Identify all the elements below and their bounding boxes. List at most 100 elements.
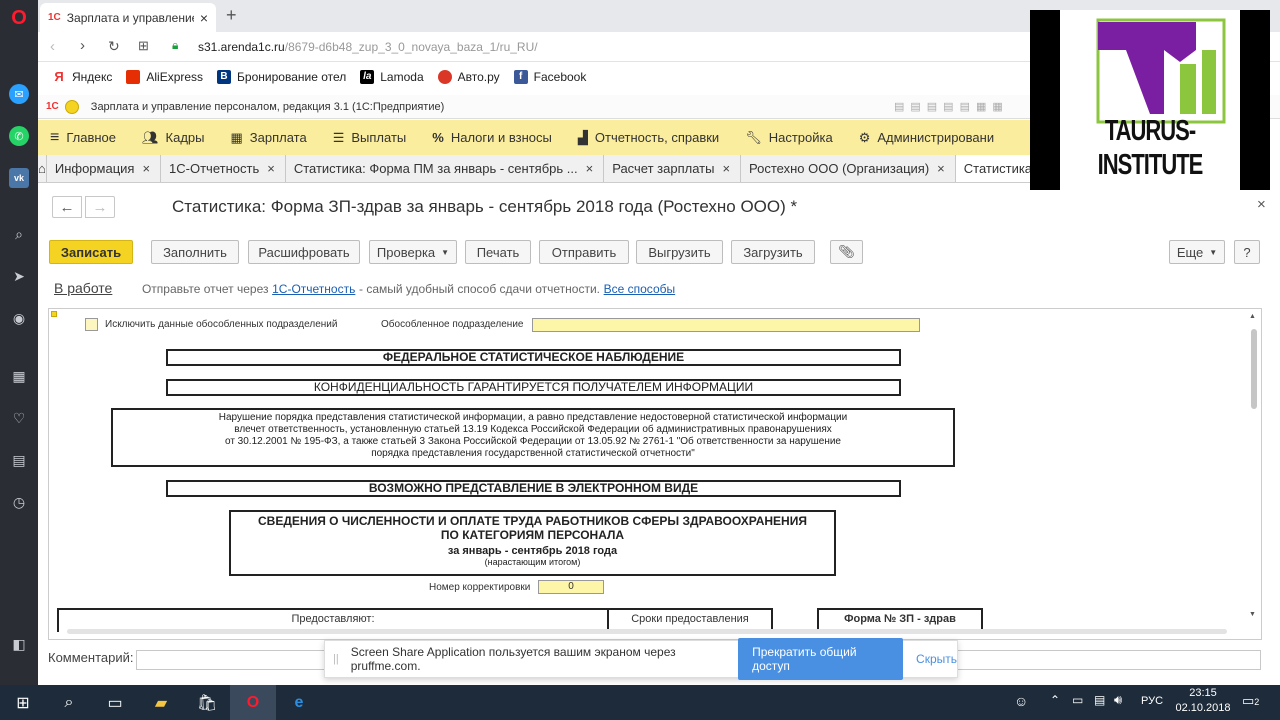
hide-button[interactable]: Скрыть xyxy=(916,652,957,666)
close-icon[interactable]: × xyxy=(586,161,594,176)
doc-tab[interactable]: Ростехно ООО (Организация) × xyxy=(741,155,956,182)
scroll-down-icon[interactable]: ▼ xyxy=(1249,611,1256,618)
bookmark-facebook[interactable]: f Facebook xyxy=(513,70,586,84)
scroll-up-icon[interactable]: ▲ xyxy=(1249,313,1256,320)
vk-icon[interactable]: vk xyxy=(9,168,29,188)
toolbar-icons[interactable]: ▤▤▤▤▤▦▦ xyxy=(894,100,1009,113)
url-field[interactable]: s31.arenda1c.ru/8679-d6b48_zup_3_0_novay… xyxy=(198,40,538,54)
notification-center-icon[interactable]: ▭2 xyxy=(1242,693,1259,709)
history-icon[interactable]: ◷ xyxy=(9,492,29,512)
back-button[interactable]: ← xyxy=(52,196,82,218)
hint-link[interactable]: 1С-Отчетность xyxy=(272,282,355,296)
edge-icon[interactable]: e xyxy=(276,685,322,720)
store-icon[interactable]: 🛍︎ xyxy=(184,685,230,720)
vertical-scrollbar[interactable] xyxy=(1251,329,1257,409)
autoru-icon xyxy=(437,70,452,84)
yandex-icon: Я xyxy=(54,69,64,84)
grid-icon[interactable]: ⊞ xyxy=(138,38,149,54)
browser-tab[interactable]: 1C Зарплата и управление п × xyxy=(40,3,216,32)
windows-start-icon[interactable]: ⊞ xyxy=(0,685,46,720)
close-icon[interactable]: × xyxy=(142,161,150,176)
menu-circle-icon[interactable] xyxy=(64,99,79,114)
menu-payments[interactable]: ☰ Выплаты xyxy=(333,130,407,146)
bookmark-booking[interactable]: B Бронирование отел xyxy=(217,70,346,84)
menu-reports[interactable]: ▟ Отчетность, справки xyxy=(578,130,719,146)
messenger-icon[interactable]: ✉ xyxy=(9,84,29,104)
forward-icon[interactable]: › xyxy=(80,37,85,54)
volume-icon[interactable]: 🔊︎ xyxy=(1114,692,1122,708)
export-button[interactable]: Выгрузить xyxy=(636,240,723,264)
close-icon[interactable]: × xyxy=(937,161,945,176)
exclude-checkbox[interactable] xyxy=(85,318,98,331)
cumulative-text: (нарастающим итогом) xyxy=(484,557,581,567)
back-icon[interactable]: ‹ xyxy=(50,38,55,55)
warning-box: Нарушение порядка представления статисти… xyxy=(111,408,955,467)
bookmark-yandex[interactable]: Я Яндекс xyxy=(52,69,112,85)
fill-button[interactable]: Заполнить xyxy=(151,240,239,264)
news-icon[interactable]: ▤ xyxy=(9,450,29,470)
tablet-icon[interactable]: ▭ xyxy=(1072,693,1083,707)
menu-personnel[interactable]: 👥︎ Кадры xyxy=(142,130,204,146)
menu-admin[interactable]: ⚙ Администрировани xyxy=(859,130,994,146)
whatsapp-icon[interactable]: ✆ xyxy=(9,126,29,146)
home-tab[interactable]: ⌂ xyxy=(38,155,47,182)
close-icon[interactable]: × xyxy=(267,161,275,176)
attach-button[interactable]: 📎︎ xyxy=(830,240,863,264)
drag-handle-icon[interactable]: || xyxy=(333,653,339,665)
doc-tab[interactable]: Статистика: Форма ПМ за январь - сентябр… xyxy=(286,155,605,182)
search-icon[interactable]: ⌕ xyxy=(9,224,29,244)
tab-favicon-icon: 1C xyxy=(48,12,61,23)
horizontal-scrollbar[interactable] xyxy=(67,629,1227,634)
clock-time: 23:15 xyxy=(1189,687,1217,699)
print-button[interactable]: Печать xyxy=(465,240,531,264)
file-explorer-icon[interactable]: ▰ xyxy=(138,685,184,720)
search-icon[interactable]: ⌕ xyxy=(46,685,92,720)
menu-salary[interactable]: ▦ Зарплата xyxy=(231,130,307,146)
people-tray-icon[interactable]: ☺ xyxy=(1014,693,1028,709)
camera-icon[interactable]: ◉ xyxy=(9,308,29,328)
tray-chevron-icon[interactable]: ⌃ xyxy=(1050,693,1060,707)
doc-tab[interactable]: Расчет зарплаты × xyxy=(604,155,742,182)
new-tab-icon[interactable]: + xyxy=(226,5,237,26)
more-button[interactable]: Еще ▼ xyxy=(1169,240,1225,264)
opera-taskbar-icon[interactable]: O xyxy=(230,685,276,720)
close-form-icon[interactable]: × xyxy=(1257,196,1266,213)
logo-overlay: TAURUS-INSTITUTE xyxy=(1030,10,1270,190)
menu-label: Отчетность, справки xyxy=(594,130,720,145)
menu-taxes[interactable]: % Налоги и взносы xyxy=(432,130,552,145)
all-methods-link[interactable]: Все способы xyxy=(604,282,676,296)
sidebar-toggle-icon[interactable]: ◧ xyxy=(9,634,29,654)
menu-settings[interactable]: 🔧︎ Настройка xyxy=(745,130,833,146)
send-icon[interactable]: ➤ xyxy=(9,266,29,286)
close-tab-icon[interactable]: × xyxy=(200,10,208,26)
task-view-icon[interactable]: ▭ xyxy=(92,685,138,720)
form-title: Статистика: Форма ЗП-здрав за январь - с… xyxy=(172,197,798,216)
menu-main[interactable]: ≡ Главное xyxy=(50,129,116,147)
bookmark-aliexpress[interactable]: AliExpress xyxy=(126,70,203,84)
clock[interactable]: 23:15 02.10.2018 xyxy=(1173,687,1233,714)
import-button[interactable]: Загрузить xyxy=(731,240,815,264)
close-icon[interactable]: × xyxy=(722,161,730,176)
subdivision-field[interactable] xyxy=(532,318,920,332)
doc-tab[interactable]: 1С-Отчетность × xyxy=(161,155,286,182)
status-link[interactable]: В работе xyxy=(54,280,112,296)
bookmark-autoru[interactable]: Авто.ру xyxy=(437,70,500,84)
help-button[interactable]: ? xyxy=(1234,240,1260,264)
correction-field[interactable]: 0 xyxy=(538,580,604,594)
reload-icon[interactable]: ↻ xyxy=(108,38,120,55)
network-icon[interactable]: ▤ xyxy=(1094,693,1105,707)
check-button[interactable]: Проверка ▼ xyxy=(369,240,457,264)
opera-logo-icon[interactable]: O xyxy=(9,7,29,29)
speed-dial-icon[interactable]: ▦ xyxy=(9,366,29,386)
decode-button[interactable]: Расшифровать xyxy=(248,240,360,264)
warning-line: влечет ответственность, установленную ст… xyxy=(234,424,832,435)
doc-tab[interactable]: Информация × xyxy=(47,155,162,182)
stop-sharing-button[interactable]: Прекратить общий доступ xyxy=(738,638,904,680)
federal-box: ФЕДЕРАЛЬНОЕ СТАТИСТИЧЕСКОЕ НАБЛЮДЕНИЕ xyxy=(166,349,901,366)
forward-button[interactable]: → xyxy=(85,196,115,218)
bookmark-lamoda[interactable]: la Lamoda xyxy=(360,70,424,84)
heart-icon[interactable]: ♡ xyxy=(9,408,29,428)
language-indicator[interactable]: РУС xyxy=(1141,695,1163,707)
save-button[interactable]: Записать xyxy=(49,240,133,264)
send-button[interactable]: Отправить xyxy=(539,240,629,264)
